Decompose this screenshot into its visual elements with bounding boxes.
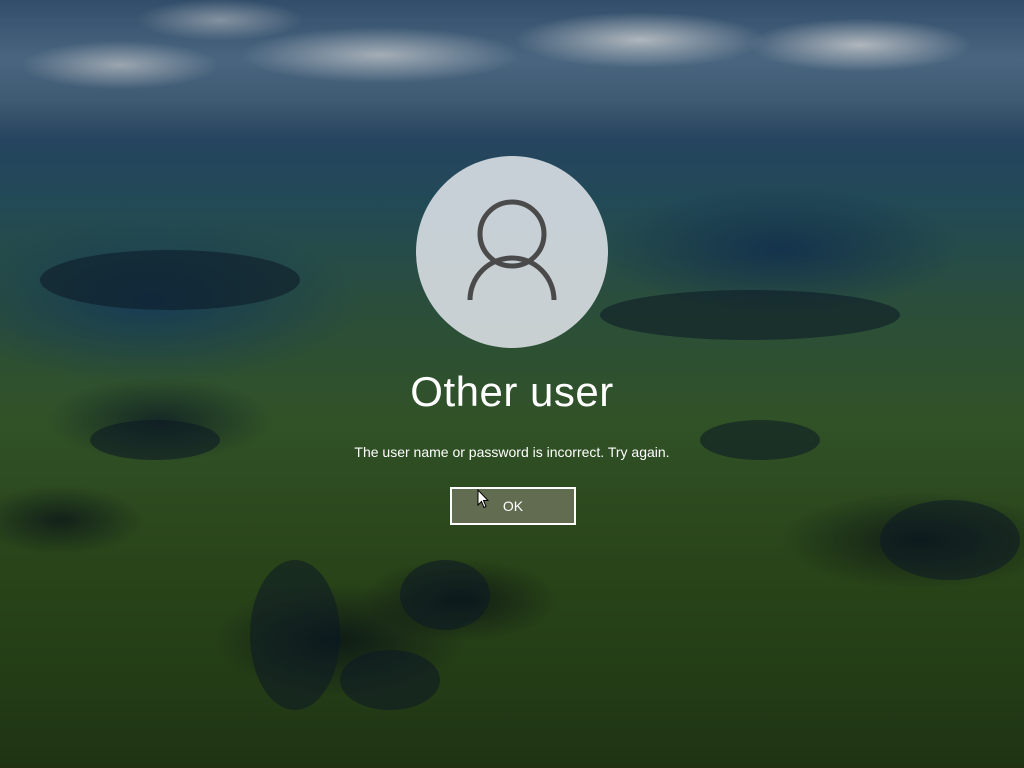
ok-button[interactable]: OK bbox=[450, 487, 576, 525]
error-message: The user name or password is incorrect. … bbox=[354, 444, 670, 460]
user-avatar bbox=[416, 156, 608, 348]
ok-button-label: OK bbox=[502, 498, 524, 514]
user-name-title: Other user bbox=[410, 368, 614, 415]
user-silhouette-icon bbox=[467, 199, 557, 301]
lock-screen: Other user The user name or password is … bbox=[0, 0, 1024, 768]
mouse-pointer-icon bbox=[477, 489, 489, 509]
